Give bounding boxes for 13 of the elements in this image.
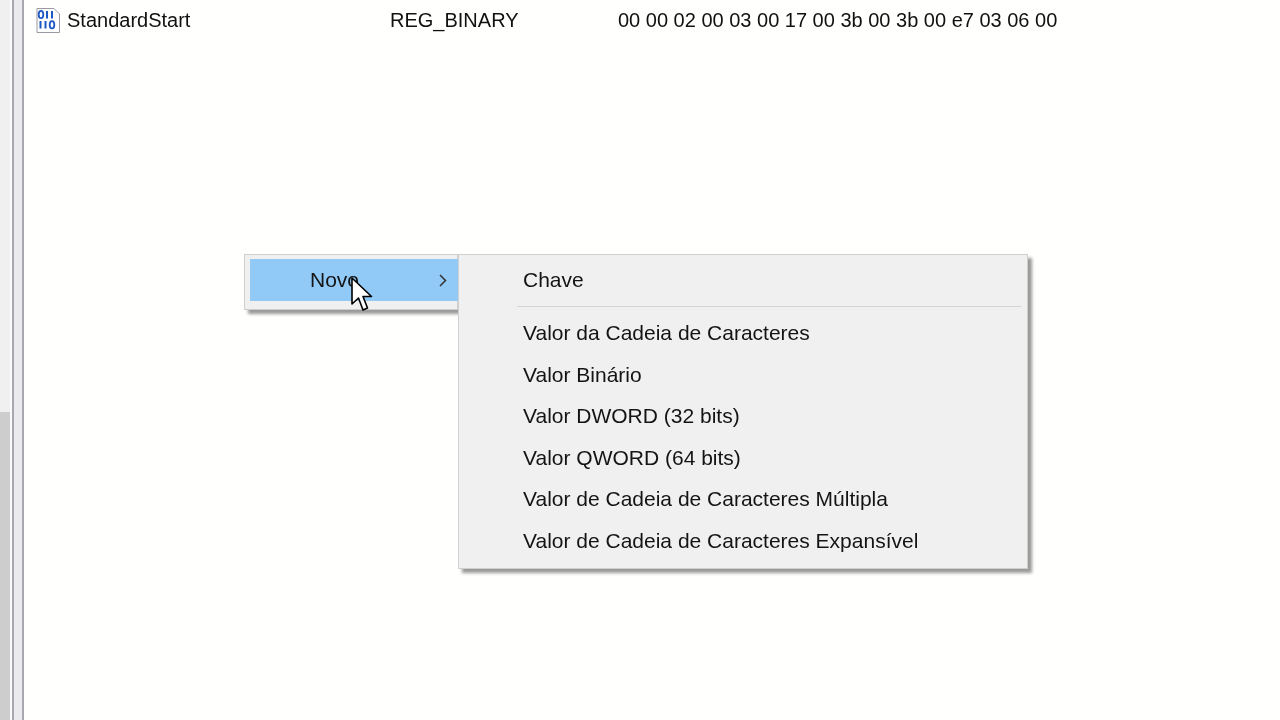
value-type: REG_BINARY [390,8,519,32]
pane-splitter[interactable] [12,0,24,720]
menu-item[interactable]: Valor de Cadeia de Caracteres Expansível [463,520,1023,562]
menu-item[interactable]: Valor da Cadeia de Caracteres [463,312,1023,354]
value-data: 00 00 02 00 03 00 17 00 3b 00 3b 00 e7 03 06 00 [618,8,1058,32]
menu-item[interactable]: Valor Binário [463,354,1023,396]
menu-item[interactable]: Chave [463,259,1023,301]
menu-item[interactable]: Valor QWORD (64 bits) [463,437,1023,479]
scrollbar-thumb[interactable] [0,412,10,720]
binary-value-icon [35,7,60,33]
menu-item[interactable]: Valor DWORD (32 bits) [463,395,1023,437]
menu-item[interactable]: Valor de Cadeia de Caracteres Múltipla [463,478,1023,520]
value-name: StandardStart [67,8,191,32]
